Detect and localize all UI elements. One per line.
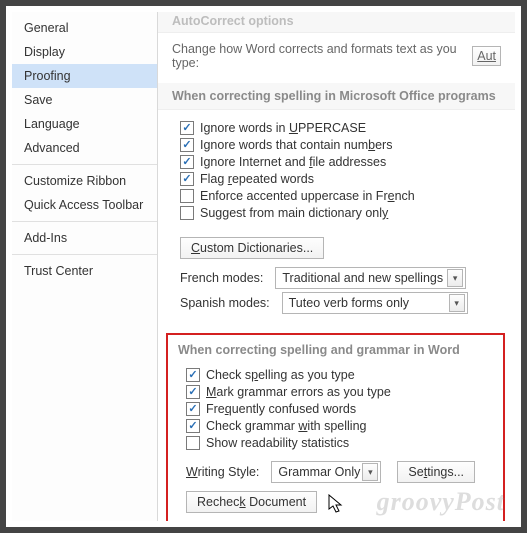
settings-button[interactable]: Settings... bbox=[397, 461, 475, 483]
office-check-checkbox-1[interactable] bbox=[180, 138, 194, 152]
word-check-row-2: Frequently confused words bbox=[186, 402, 493, 416]
sidebar-item-display[interactable]: Display bbox=[12, 40, 157, 64]
sidebar-item-save[interactable]: Save bbox=[12, 88, 157, 112]
office-check-checkbox-5[interactable] bbox=[180, 206, 194, 220]
office-check-label-1: Ignore words that contain numbers bbox=[200, 138, 392, 152]
chevron-down-icon: ▾ bbox=[449, 294, 465, 312]
office-check-row-0: Ignore words in UPPERCASE bbox=[180, 121, 501, 135]
office-check-label-5: Suggest from main dictionary only bbox=[200, 206, 388, 220]
word-check-checkbox-0[interactable] bbox=[186, 368, 200, 382]
office-check-row-2: Ignore Internet and file addresses bbox=[180, 155, 501, 169]
french-modes-select[interactable]: Traditional and new spellings▾ bbox=[275, 267, 466, 289]
french-modes-label: French modes: bbox=[180, 271, 263, 285]
word-check-label-1: Mark grammar errors as you type bbox=[206, 385, 391, 399]
office-check-label-2: Ignore Internet and file addresses bbox=[200, 155, 386, 169]
word-check-label-0: Check spelling as you type bbox=[206, 368, 355, 382]
word-check-checkbox-4[interactable] bbox=[186, 436, 200, 450]
word-section-heading: When correcting spelling and grammar in … bbox=[174, 339, 497, 363]
word-check-row-1: Mark grammar errors as you type bbox=[186, 385, 493, 399]
office-section-body: Ignore words in UPPERCASE Ignore words th… bbox=[158, 110, 515, 233]
spanish-modes-label: Spanish modes: bbox=[180, 296, 270, 310]
office-check-label-4: Enforce accented uppercase in French bbox=[200, 189, 415, 203]
sidebar-item-trust-center[interactable]: Trust Center bbox=[12, 259, 157, 283]
office-check-checkbox-0[interactable] bbox=[180, 121, 194, 135]
word-check-label-4: Show readability statistics bbox=[206, 436, 349, 450]
word-check-checkbox-2[interactable] bbox=[186, 402, 200, 416]
recheck-document-button[interactable]: Recheck Document bbox=[186, 491, 317, 513]
word-check-row-4: Show readability statistics bbox=[186, 436, 493, 450]
office-check-row-4: Enforce accented uppercase in French bbox=[180, 189, 501, 203]
office-section-heading: When correcting spelling in Microsoft Of… bbox=[158, 83, 515, 110]
word-check-checkbox-3[interactable] bbox=[186, 419, 200, 433]
sidebar-item-quick-access-toolbar[interactable]: Quick Access Toolbar bbox=[12, 193, 157, 217]
sidebar-item-customize-ribbon[interactable]: Customize Ribbon bbox=[12, 169, 157, 193]
word-section-highlight: When correcting spelling and grammar in … bbox=[166, 333, 505, 521]
chevron-down-icon: ▾ bbox=[447, 269, 463, 287]
office-check-checkbox-3[interactable] bbox=[180, 172, 194, 186]
office-check-row-5: Suggest from main dictionary only bbox=[180, 206, 501, 220]
word-check-row-3: Check grammar with spelling bbox=[186, 419, 493, 433]
writing-style-select[interactable]: Grammar Only▾ bbox=[271, 461, 381, 483]
writing-style-label: Writing Style: bbox=[186, 465, 259, 479]
sidebar-separator bbox=[12, 164, 157, 165]
sidebar-separator bbox=[12, 254, 157, 255]
autocorrect-heading: AutoCorrect options bbox=[158, 12, 515, 33]
chevron-down-icon: ▾ bbox=[362, 463, 378, 481]
custom-dictionaries-button[interactable]: Custom Dictionaries... bbox=[180, 237, 324, 259]
sidebar-item-advanced[interactable]: Advanced bbox=[12, 136, 157, 160]
word-check-checkbox-1[interactable] bbox=[186, 385, 200, 399]
office-check-label-3: Flag repeated words bbox=[200, 172, 314, 186]
office-check-label-0: Ignore words in UPPERCASE bbox=[200, 121, 366, 135]
sidebar-item-add-ins[interactable]: Add-Ins bbox=[12, 226, 157, 250]
options-sidebar: GeneralDisplayProofingSaveLanguageAdvanc… bbox=[12, 12, 158, 521]
sidebar-separator bbox=[12, 221, 157, 222]
word-check-row-0: Check spelling as you type bbox=[186, 368, 493, 382]
sidebar-item-general[interactable]: General bbox=[12, 16, 157, 40]
autocorrect-intro-row: Change how Word corrects and formats tex… bbox=[158, 36, 515, 80]
options-content: AutoCorrect options Change how Word corr… bbox=[158, 12, 515, 521]
office-check-row-1: Ignore words that contain numbers bbox=[180, 138, 501, 152]
word-section-body: Check spelling as you type Mark grammar e… bbox=[174, 363, 497, 455]
autocorrect-options-button[interactable]: Aut bbox=[472, 46, 501, 66]
word-check-label-2: Frequently confused words bbox=[206, 402, 356, 416]
word-check-label-3: Check grammar with spelling bbox=[206, 419, 367, 433]
autocorrect-intro: Change how Word corrects and formats tex… bbox=[172, 42, 460, 70]
office-check-checkbox-2[interactable] bbox=[180, 155, 194, 169]
office-check-row-3: Flag repeated words bbox=[180, 172, 501, 186]
spanish-modes-select[interactable]: Tuteo verb forms only▾ bbox=[282, 292, 468, 314]
office-check-checkbox-4[interactable] bbox=[180, 189, 194, 203]
sidebar-item-proofing[interactable]: Proofing bbox=[12, 64, 157, 88]
sidebar-item-language[interactable]: Language bbox=[12, 112, 157, 136]
